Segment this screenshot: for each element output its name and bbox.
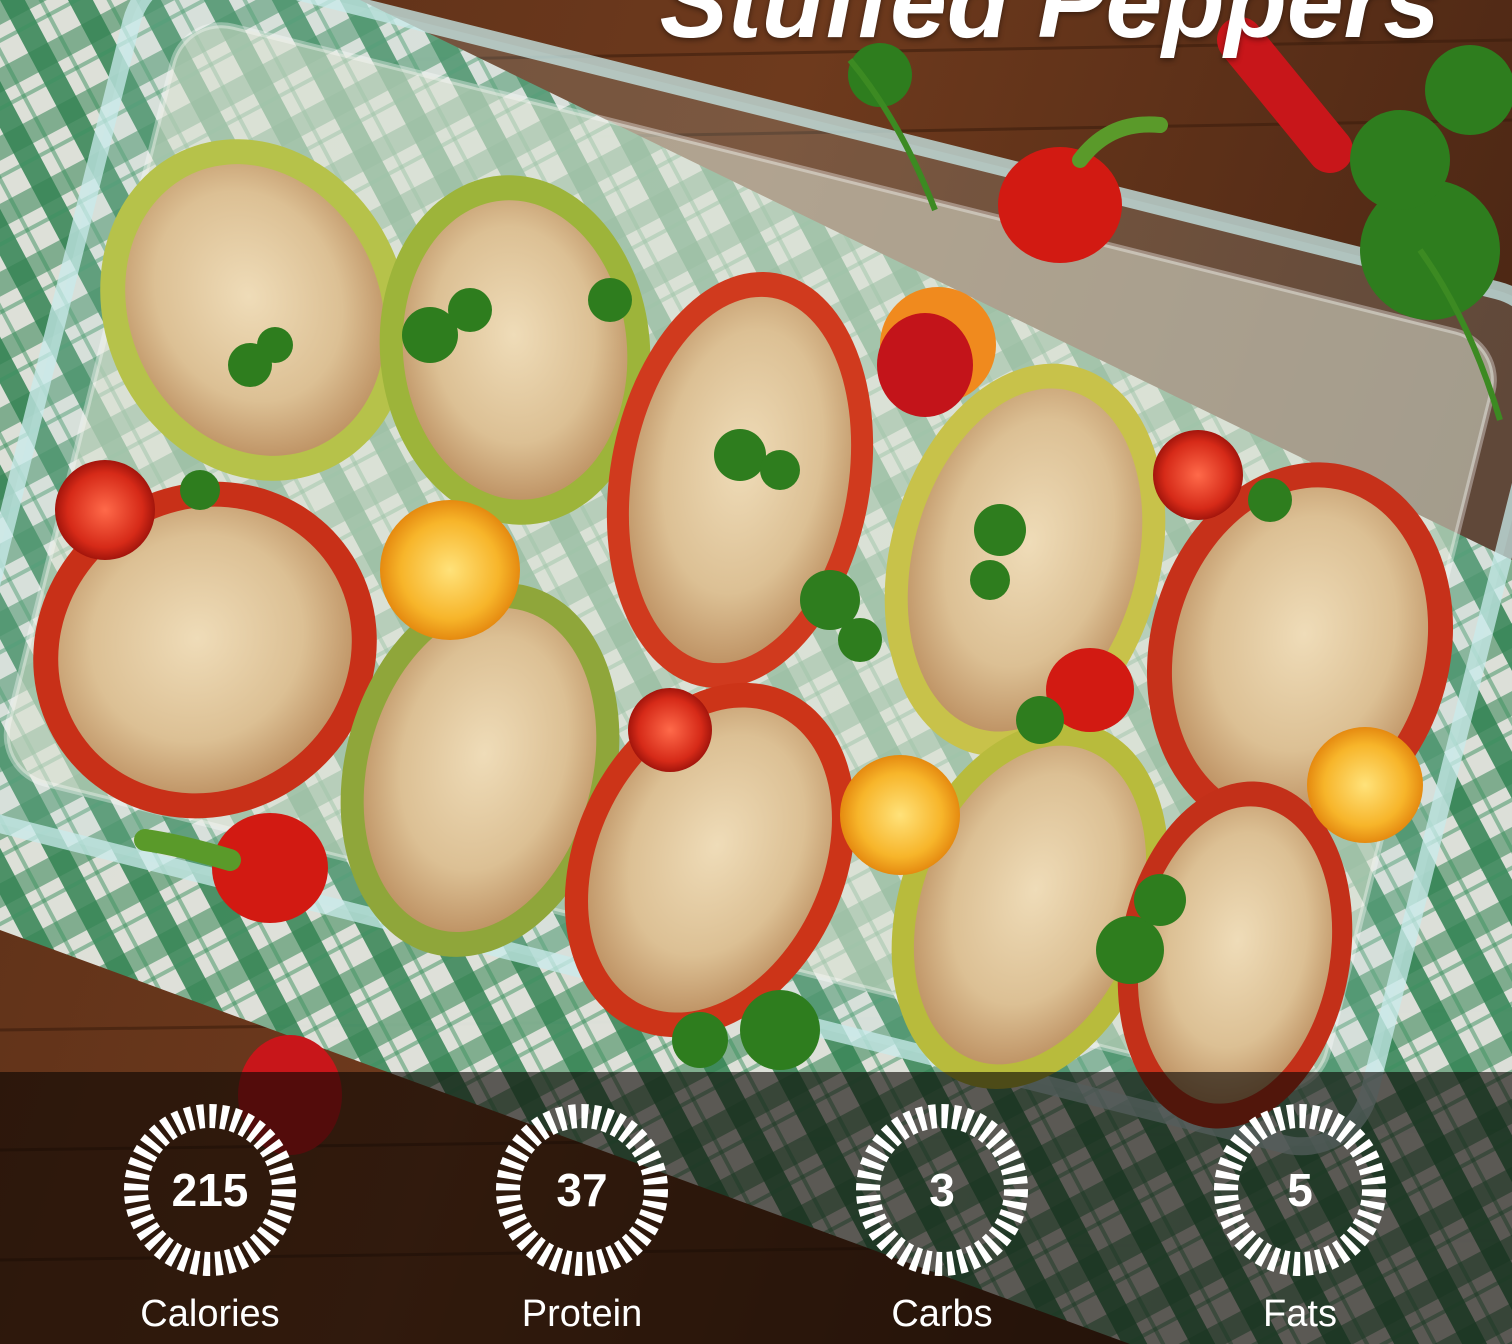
recipe-screen: Stuffed Peppers 215 Calories 37 Protein … bbox=[0, 0, 1512, 1344]
fats-value: 5 bbox=[1287, 1164, 1313, 1216]
carbs-value: 3 bbox=[929, 1164, 955, 1216]
calories-label: Calories bbox=[140, 1293, 280, 1335]
calories-stat: 215 Calories bbox=[80, 1072, 340, 1344]
recipe-title: Stuffed Peppers bbox=[659, 0, 1440, 59]
protein-stat: 37 Protein bbox=[452, 1072, 712, 1344]
fats-stat: 5 Fats bbox=[1170, 1072, 1430, 1344]
carbs-stat: 3 Carbs bbox=[812, 1072, 1072, 1344]
fats-label: Fats bbox=[1263, 1293, 1337, 1335]
protein-value: 37 bbox=[556, 1164, 608, 1216]
calories-value: 215 bbox=[171, 1164, 249, 1216]
protein-label: Protein bbox=[521, 1293, 643, 1335]
nutrition-bar: 215 Calories 37 Protein 3 Carbs 5 Fats bbox=[0, 1072, 1512, 1344]
carbs-label: Carbs bbox=[891, 1293, 993, 1335]
